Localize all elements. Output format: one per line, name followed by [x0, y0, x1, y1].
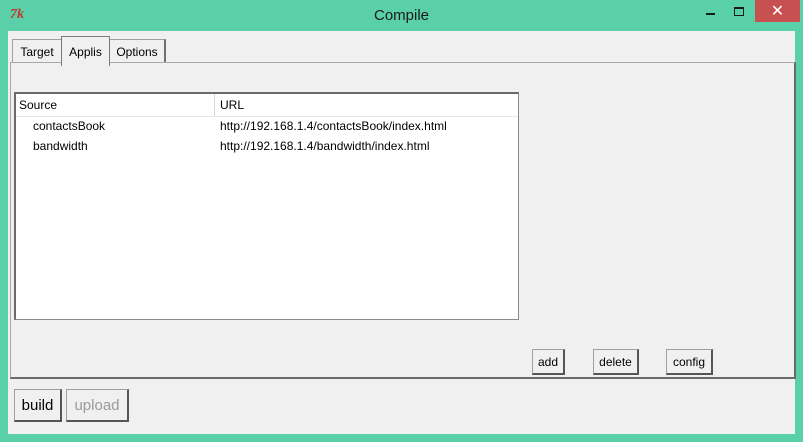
build-button[interactable]: build [14, 389, 62, 422]
tab-options[interactable]: Options [109, 39, 166, 64]
upload-button[interactable]: upload [66, 389, 129, 422]
add-button[interactable]: add [532, 349, 565, 375]
delete-button[interactable]: delete [593, 349, 639, 375]
tree-row[interactable]: contactsBook http://192.168.1.4/contacts… [16, 117, 518, 137]
tab-target[interactable]: Target [12, 39, 62, 64]
row-url: http://192.168.1.4/contactsBook/index.ht… [220, 119, 447, 133]
maximize-button[interactable] [725, 0, 753, 22]
applications-tree[interactable]: Source URL contactsBook http://192.168.1… [14, 92, 519, 320]
column-header-source[interactable]: Source [19, 98, 57, 112]
tab-applis[interactable]: Applis [61, 36, 110, 66]
minimize-icon [705, 13, 715, 15]
close-icon: ✕ [770, 3, 785, 20]
config-button[interactable]: config [666, 349, 713, 375]
window-title: Compile [373, 7, 430, 24]
maximize-icon [734, 6, 744, 16]
row-url: http://192.168.1.4/bandwidth/index.html [220, 139, 430, 153]
column-separator[interactable] [214, 94, 215, 116]
close-button[interactable]: ✕ [755, 0, 800, 22]
row-source: contactsBook [33, 119, 106, 133]
row-source: bandwidth [33, 139, 88, 153]
title-bar: 7k Compile ✕ [0, 0, 803, 31]
column-header-url[interactable]: URL [220, 98, 244, 112]
window-client-area: Target Applis Options Source URL contact… [8, 31, 796, 434]
tree-header: Source URL [16, 94, 518, 117]
tree-row[interactable]: bandwidth http://192.168.1.4/bandwidth/i… [16, 137, 518, 157]
minimize-button[interactable] [695, 0, 725, 22]
applis-tab-panel: Source URL contactsBook http://192.168.1… [10, 62, 796, 379]
